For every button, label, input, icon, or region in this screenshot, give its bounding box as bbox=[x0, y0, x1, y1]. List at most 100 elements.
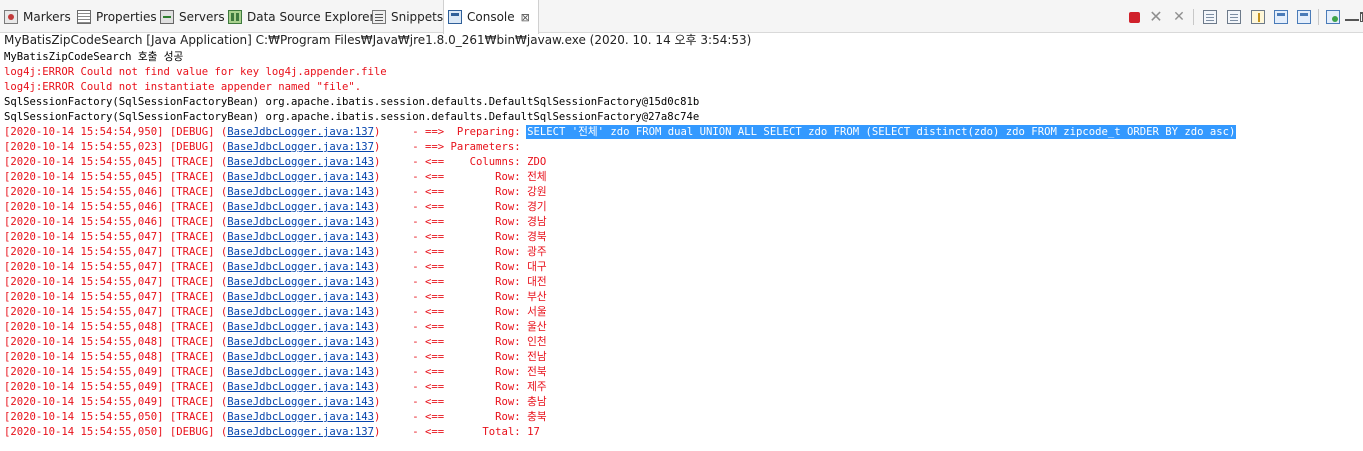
log-level: [DEBUG] bbox=[169, 426, 215, 438]
tab-markers-label: Markers bbox=[23, 9, 71, 24]
log-level: [TRACE] bbox=[169, 336, 215, 348]
remove-launch-icon[interactable]: ✕ bbox=[1149, 9, 1163, 25]
snippets-icon bbox=[372, 9, 386, 24]
log-direction: - <== bbox=[412, 321, 445, 333]
log-line: [2020-10-14 15:54:55,047] [TRACE] (BaseJ… bbox=[4, 231, 547, 243]
log-timestamp: [2020-10-14 15:54:55,047] bbox=[4, 276, 164, 288]
source-link[interactable]: BaseJdbcLogger.java:143 bbox=[227, 186, 374, 198]
terminate-icon[interactable] bbox=[1129, 12, 1140, 23]
console-output[interactable]: MyBatisZipCodeSearch 호출 성공 log4j:ERROR Co… bbox=[0, 49, 1363, 451]
tab-servers[interactable]: Servers bbox=[160, 0, 225, 33]
close-icon[interactable]: ⊠ bbox=[521, 11, 530, 24]
log-level: [TRACE] bbox=[169, 396, 215, 408]
console-line: MyBatisZipCodeSearch 호출 성공 bbox=[4, 51, 184, 63]
log-timestamp: [2020-10-14 15:54:55,046] bbox=[4, 216, 164, 228]
log-direction: - <== bbox=[412, 336, 445, 348]
log-value: 대구 bbox=[527, 261, 547, 273]
log-level: [DEBUG] bbox=[169, 141, 215, 153]
tab-properties[interactable]: Properties bbox=[77, 0, 157, 33]
source-link[interactable]: BaseJdbcLogger.java:143 bbox=[227, 306, 374, 318]
console-line: log4j:ERROR Could not instantiate append… bbox=[4, 81, 362, 93]
log-direction: - <== bbox=[412, 186, 445, 198]
log-line: [2020-10-14 15:54:55,050] [TRACE] (BaseJ… bbox=[4, 411, 547, 423]
log-direction: - <== bbox=[412, 426, 445, 438]
console-line: SqlSessionFactory(SqlSessionFactoryBean)… bbox=[4, 96, 700, 108]
log-label: Row: bbox=[450, 306, 521, 318]
log-direction: - <== bbox=[412, 231, 445, 243]
view-tab-bar: Markers Properties Servers Data Source E… bbox=[0, 0, 1363, 34]
log-value: 부산 bbox=[527, 291, 547, 303]
minimize-icon[interactable] bbox=[1345, 15, 1359, 21]
log-value: 인천 bbox=[527, 336, 547, 348]
source-link[interactable]: BaseJdbcLogger.java:143 bbox=[227, 411, 374, 423]
log-level: [TRACE] bbox=[169, 411, 215, 423]
log-timestamp: [2020-10-14 15:54:55,047] bbox=[4, 306, 164, 318]
log-value: 경북 bbox=[527, 231, 547, 243]
log-direction: - <== bbox=[412, 381, 445, 393]
log-level: [TRACE] bbox=[169, 156, 215, 168]
tab-markers[interactable]: Markers bbox=[4, 0, 71, 33]
source-link[interactable]: BaseJdbcLogger.java:143 bbox=[227, 276, 374, 288]
log-line: [2020-10-14 15:54:54,950] [DEBUG] (BaseJ… bbox=[4, 125, 1237, 139]
source-link[interactable]: BaseJdbcLogger.java:143 bbox=[227, 321, 374, 333]
source-link[interactable]: BaseJdbcLogger.java:143 bbox=[227, 171, 374, 183]
tab-servers-label: Servers bbox=[179, 9, 225, 24]
tab-snippets[interactable]: Snippets bbox=[372, 0, 443, 33]
log-timestamp: [2020-10-14 15:54:55,047] bbox=[4, 246, 164, 258]
log-timestamp: [2020-10-14 15:54:55,049] bbox=[4, 366, 164, 378]
log-label: Row: bbox=[450, 246, 521, 258]
source-link[interactable]: BaseJdbcLogger.java:143 bbox=[227, 246, 374, 258]
log-value: 전남 bbox=[527, 351, 547, 363]
log-value: 강원 bbox=[527, 186, 547, 198]
source-link[interactable]: BaseJdbcLogger.java:143 bbox=[227, 156, 374, 168]
log-timestamp: [2020-10-14 15:54:55,045] bbox=[4, 171, 164, 183]
log-timestamp: [2020-10-14 15:54:55,045] bbox=[4, 156, 164, 168]
log-direction: - <== bbox=[412, 171, 445, 183]
source-link[interactable]: BaseJdbcLogger.java:143 bbox=[227, 336, 374, 348]
log-label: Row: bbox=[450, 396, 521, 408]
log-direction: - <== bbox=[412, 366, 445, 378]
source-link[interactable]: BaseJdbcLogger.java:143 bbox=[227, 366, 374, 378]
log-line: [2020-10-14 15:54:55,046] [TRACE] (BaseJ… bbox=[4, 186, 547, 198]
tab-data-source-explorer-label: Data Source Explorer bbox=[247, 9, 375, 24]
source-link[interactable]: BaseJdbcLogger.java:143 bbox=[227, 261, 374, 273]
log-timestamp: [2020-10-14 15:54:55,047] bbox=[4, 261, 164, 273]
tab-console[interactable]: Console ⊠ bbox=[443, 0, 539, 34]
remove-all-terminated-icon[interactable]: ✕ bbox=[1172, 10, 1186, 24]
tab-data-source-explorer[interactable]: Data Source Explorer bbox=[228, 0, 374, 33]
process-description: MyBatisZipCodeSearch [Java Application] … bbox=[4, 33, 752, 47]
log-label: Row: bbox=[450, 366, 521, 378]
source-link[interactable]: BaseJdbcLogger.java:143 bbox=[227, 231, 374, 243]
log-direction: - <== bbox=[412, 306, 445, 318]
log-timestamp: [2020-10-14 15:54:54,950] bbox=[4, 126, 164, 138]
show-console-on-output-icon[interactable] bbox=[1274, 10, 1288, 24]
source-link[interactable]: BaseJdbcLogger.java:143 bbox=[227, 216, 374, 228]
source-link[interactable]: BaseJdbcLogger.java:137 bbox=[227, 126, 374, 138]
log-level: [TRACE] bbox=[169, 186, 215, 198]
log-timestamp: [2020-10-14 15:54:55,049] bbox=[4, 381, 164, 393]
source-link[interactable]: BaseJdbcLogger.java:143 bbox=[227, 396, 374, 408]
source-link[interactable]: BaseJdbcLogger.java:137 bbox=[227, 141, 374, 153]
open-console-icon[interactable] bbox=[1326, 10, 1340, 24]
source-link[interactable]: BaseJdbcLogger.java:143 bbox=[227, 201, 374, 213]
source-link[interactable]: BaseJdbcLogger.java:143 bbox=[227, 351, 374, 363]
log-value: 경남 bbox=[527, 216, 547, 228]
log-label: Row: bbox=[450, 171, 521, 183]
log-direction: - <== bbox=[412, 201, 445, 213]
log-timestamp: [2020-10-14 15:54:55,048] bbox=[4, 336, 164, 348]
log-level: [TRACE] bbox=[169, 276, 215, 288]
log-timestamp: [2020-10-14 15:54:55,048] bbox=[4, 351, 164, 363]
clear-console-icon[interactable] bbox=[1203, 10, 1217, 24]
log-level: [TRACE] bbox=[169, 246, 215, 258]
log-level: [TRACE] bbox=[169, 381, 215, 393]
toolbar-separator bbox=[1318, 9, 1319, 25]
scroll-lock-icon[interactable] bbox=[1227, 10, 1241, 24]
tab-snippets-label: Snippets bbox=[391, 9, 444, 24]
log-level: [TRACE] bbox=[169, 291, 215, 303]
pin-console-icon[interactable] bbox=[1297, 10, 1311, 24]
log-line: [2020-10-14 15:54:55,047] [TRACE] (BaseJ… bbox=[4, 246, 547, 258]
source-link[interactable]: BaseJdbcLogger.java:143 bbox=[227, 291, 374, 303]
source-link[interactable]: BaseJdbcLogger.java:143 bbox=[227, 381, 374, 393]
source-link[interactable]: BaseJdbcLogger.java:137 bbox=[227, 426, 374, 438]
word-wrap-icon[interactable] bbox=[1251, 10, 1265, 24]
